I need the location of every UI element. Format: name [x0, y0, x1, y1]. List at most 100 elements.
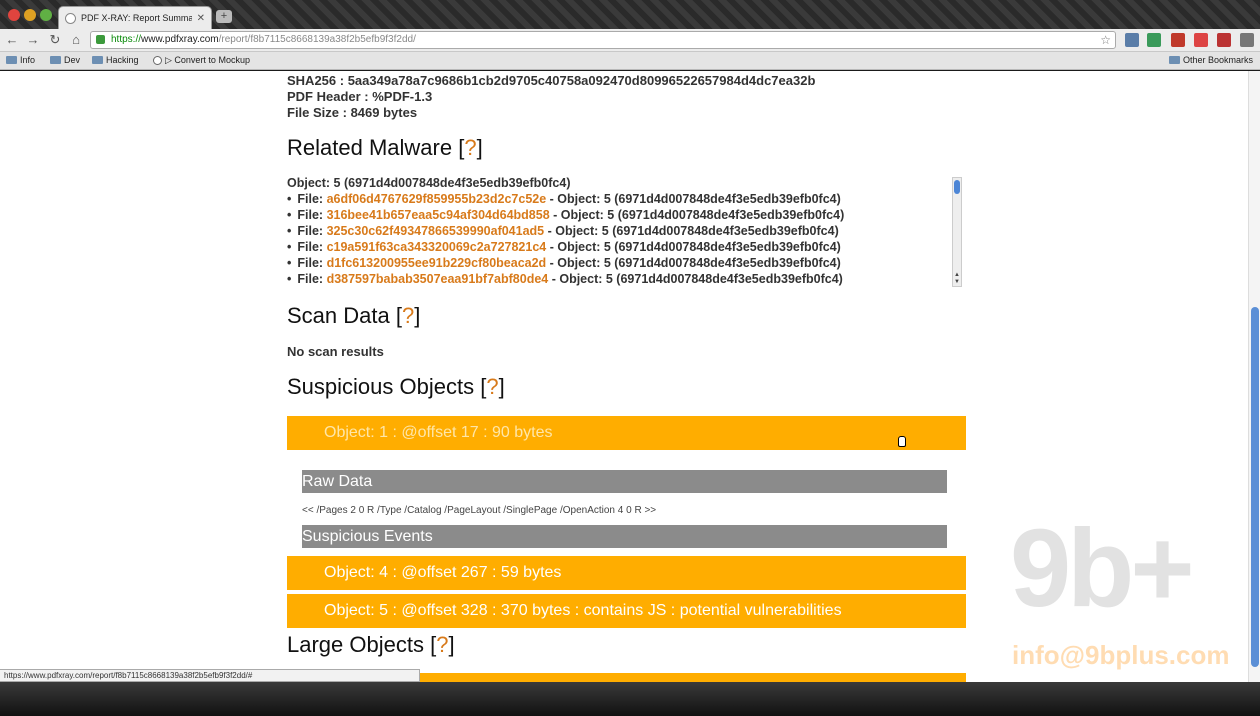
- related-malware-list[interactable]: Object: 5 (6971d4d007848de4f3e5edb39efb0…: [287, 175, 963, 287]
- suspicious-events-header[interactable]: Suspicious Events: [302, 525, 947, 548]
- page-scrollbar-thumb[interactable]: [1251, 307, 1259, 667]
- folder-icon: [6, 56, 17, 64]
- url-path: /report/f8b7115c8668139a38f2b5efb9f3f2dd…: [218, 34, 416, 45]
- scroll-down-icon[interactable]: ▼: [953, 279, 961, 286]
- related-malware-heading: Related Malware [?]: [287, 135, 483, 161]
- favicon-icon: [65, 12, 76, 24]
- related-object-header: Object: 5 (6971d4d007848de4f3e5edb39efb0…: [287, 176, 571, 190]
- help-link[interactable]: ?: [436, 632, 448, 657]
- heading-text: Large Objects [: [287, 632, 437, 657]
- extension-weather-icon[interactable]: [1125, 33, 1139, 47]
- bookmark-dev[interactable]: Dev: [50, 55, 80, 65]
- file-label: File:: [297, 208, 327, 222]
- watermark-logo: 9b+: [1010, 507, 1195, 630]
- hand-cursor-icon: [898, 436, 906, 447]
- list-item: File: d1fc613200955ee91b229cf80beaca2d -…: [287, 255, 963, 271]
- file-hash-link[interactable]: a6df06d4767629f859955b23d2c7c52e: [327, 192, 547, 206]
- scan-data-heading: Scan Data [?]: [287, 303, 420, 329]
- bookmark-label: Other Bookmarks: [1183, 55, 1254, 65]
- file-hash-link[interactable]: d1fc613200955ee91b229cf80beaca2d: [327, 256, 547, 270]
- scan-result-text: No scan results: [287, 344, 384, 359]
- bookmark-star-icon[interactable]: ☆: [1100, 32, 1111, 48]
- link-status-bar: https://www.pdfxray.com/report/f8b7115c8…: [0, 669, 420, 682]
- scrollbar-thumb[interactable]: [954, 180, 960, 194]
- file-hash-link[interactable]: 325c30c62f49347866539990af041ad5: [327, 224, 545, 238]
- list-item: File: c19a591f63ca343320069c2a727821c4 -…: [287, 239, 963, 255]
- bookmark-label: Info: [20, 55, 36, 65]
- heading-text: Related Malware [: [287, 135, 465, 160]
- extension-translate-icon[interactable]: [1147, 33, 1161, 47]
- window-minimize-icon[interactable]: [24, 9, 36, 21]
- related-list-scrollbar[interactable]: ▲ ▼: [952, 177, 962, 287]
- object-ref: - Object: 5 (6971d4d007848de4f3e5edb39ef…: [544, 224, 839, 238]
- browser-window: PDF X-RAY: Report Summary ✕ + ← → ↻ ⌂ ht…: [0, 0, 1260, 716]
- bookmark-label: ▷ Convert to Mockup: [165, 55, 250, 65]
- wrench-menu-icon[interactable]: [1240, 33, 1254, 47]
- folder-icon: [1169, 56, 1180, 64]
- file-hash-link[interactable]: 316bee41b657eaa5c94af304d64bd858: [327, 208, 550, 222]
- new-tab-button[interactable]: +: [216, 10, 232, 23]
- file-hash-link[interactable]: d387597babab3507eaa91bf7abf80de4: [327, 272, 549, 286]
- lock-icon: [96, 35, 105, 44]
- tab-close-icon[interactable]: ✕: [197, 13, 205, 24]
- window-maximize-icon[interactable]: [40, 9, 52, 21]
- object-4-toggle[interactable]: Object: 4 : @offset 267 : 59 bytes: [287, 556, 966, 590]
- raw-data-header[interactable]: Raw Data: [302, 470, 947, 493]
- list-item: File: 325c30c62f49347866539990af041ad5 -…: [287, 223, 963, 239]
- object-5-toggle[interactable]: Object: 5 : @offset 328 : 370 bytes : co…: [287, 594, 966, 628]
- address-bar[interactable]: https://www.pdfxray.com/report/f8b7115c8…: [90, 31, 1116, 49]
- tab-report-summary[interactable]: PDF X-RAY: Report Summary ✕: [58, 6, 212, 29]
- page-scrollbar[interactable]: [1248, 71, 1260, 682]
- bookmark-label: Dev: [64, 55, 81, 65]
- extension-gmail-icon[interactable]: [1194, 33, 1208, 47]
- list-item: File: a6df06d4767629f859955b23d2c7c52e -…: [287, 191, 963, 207]
- object-ref: - Object: 5 (6971d4d007848de4f3e5edb39ef…: [548, 272, 843, 286]
- file-label: File:: [297, 224, 327, 238]
- object-ref: - Object: 5 (6971d4d007848de4f3e5edb39ef…: [549, 208, 845, 222]
- object-1-toggle[interactable]: Object: 1 : @offset 17 : 90 bytes: [287, 416, 966, 450]
- other-bookmarks[interactable]: Other Bookmarks: [1169, 55, 1253, 65]
- heading-bracket: ]: [498, 374, 505, 399]
- scrollbar-arrows[interactable]: ▲ ▼: [953, 272, 961, 286]
- scroll-up-icon[interactable]: ▲: [953, 272, 961, 279]
- file-label: File:: [297, 272, 327, 286]
- bookmarks-bar: Info Dev Hacking ▷ Convert to Mockup Oth…: [0, 52, 1260, 70]
- tab-title: PDF X-RAY: Report Summary: [81, 13, 192, 23]
- bookmark-info[interactable]: Info: [6, 55, 35, 65]
- bookmark-hacking[interactable]: Hacking: [92, 55, 139, 65]
- os-dock: [0, 682, 1260, 716]
- bookmarklet-icon: [153, 56, 162, 65]
- raw-data-content: << /Pages 2 0 R /Type /Catalog /PageLayo…: [302, 505, 657, 516]
- extension-pdf-icon[interactable]: [1217, 33, 1231, 47]
- window-close-icon[interactable]: [8, 9, 20, 21]
- object-ref: - Object: 5 (6971d4d007848de4f3e5edb39ef…: [546, 192, 841, 206]
- back-icon[interactable]: ←: [4, 32, 20, 48]
- folder-icon: [92, 56, 103, 64]
- url-host: www.pdfxray.com: [141, 34, 219, 45]
- bookmark-convert-to-mockup[interactable]: ▷ Convert to Mockup: [153, 55, 250, 66]
- home-icon[interactable]: ⌂: [68, 32, 84, 48]
- heading-bracket: ]: [414, 303, 421, 328]
- navigation-toolbar: ← → ↻ ⌂ https://www.pdfxray.com/report/f…: [0, 29, 1260, 52]
- object-ref: - Object: 5 (6971d4d007848de4f3e5edb39ef…: [546, 256, 841, 270]
- reload-icon[interactable]: ↻: [47, 32, 63, 48]
- heading-text: Suspicious Objects [: [287, 374, 487, 399]
- sha256-line: SHA256 : 5aa349a78a7c9686b1cb2d9705c4075…: [287, 73, 816, 88]
- heading-text: Scan Data [: [287, 303, 402, 328]
- forward-icon[interactable]: →: [25, 32, 41, 48]
- pdf-header-line: PDF Header : %PDF-1.3: [287, 89, 433, 104]
- folder-icon: [50, 56, 61, 64]
- help-link[interactable]: ?: [486, 374, 498, 399]
- heading-bracket: ]: [448, 632, 455, 657]
- large-objects-heading: Large Objects [?]: [287, 632, 455, 658]
- tab-strip: PDF X-RAY: Report Summary ✕ +: [0, 0, 1260, 29]
- file-label: File:: [297, 256, 327, 270]
- extension-youtube-icon[interactable]: [1171, 33, 1185, 47]
- help-link[interactable]: ?: [464, 135, 476, 160]
- object-ref: - Object: 5 (6971d4d007848de4f3e5edb39ef…: [546, 240, 841, 254]
- list-item: File: d387597babab3507eaa91bf7abf80de4 -…: [287, 271, 963, 287]
- help-link[interactable]: ?: [402, 303, 414, 328]
- file-label: File:: [297, 240, 327, 254]
- file-hash-link[interactable]: c19a591f63ca343320069c2a727821c4: [327, 240, 547, 254]
- file-label: File:: [297, 192, 327, 206]
